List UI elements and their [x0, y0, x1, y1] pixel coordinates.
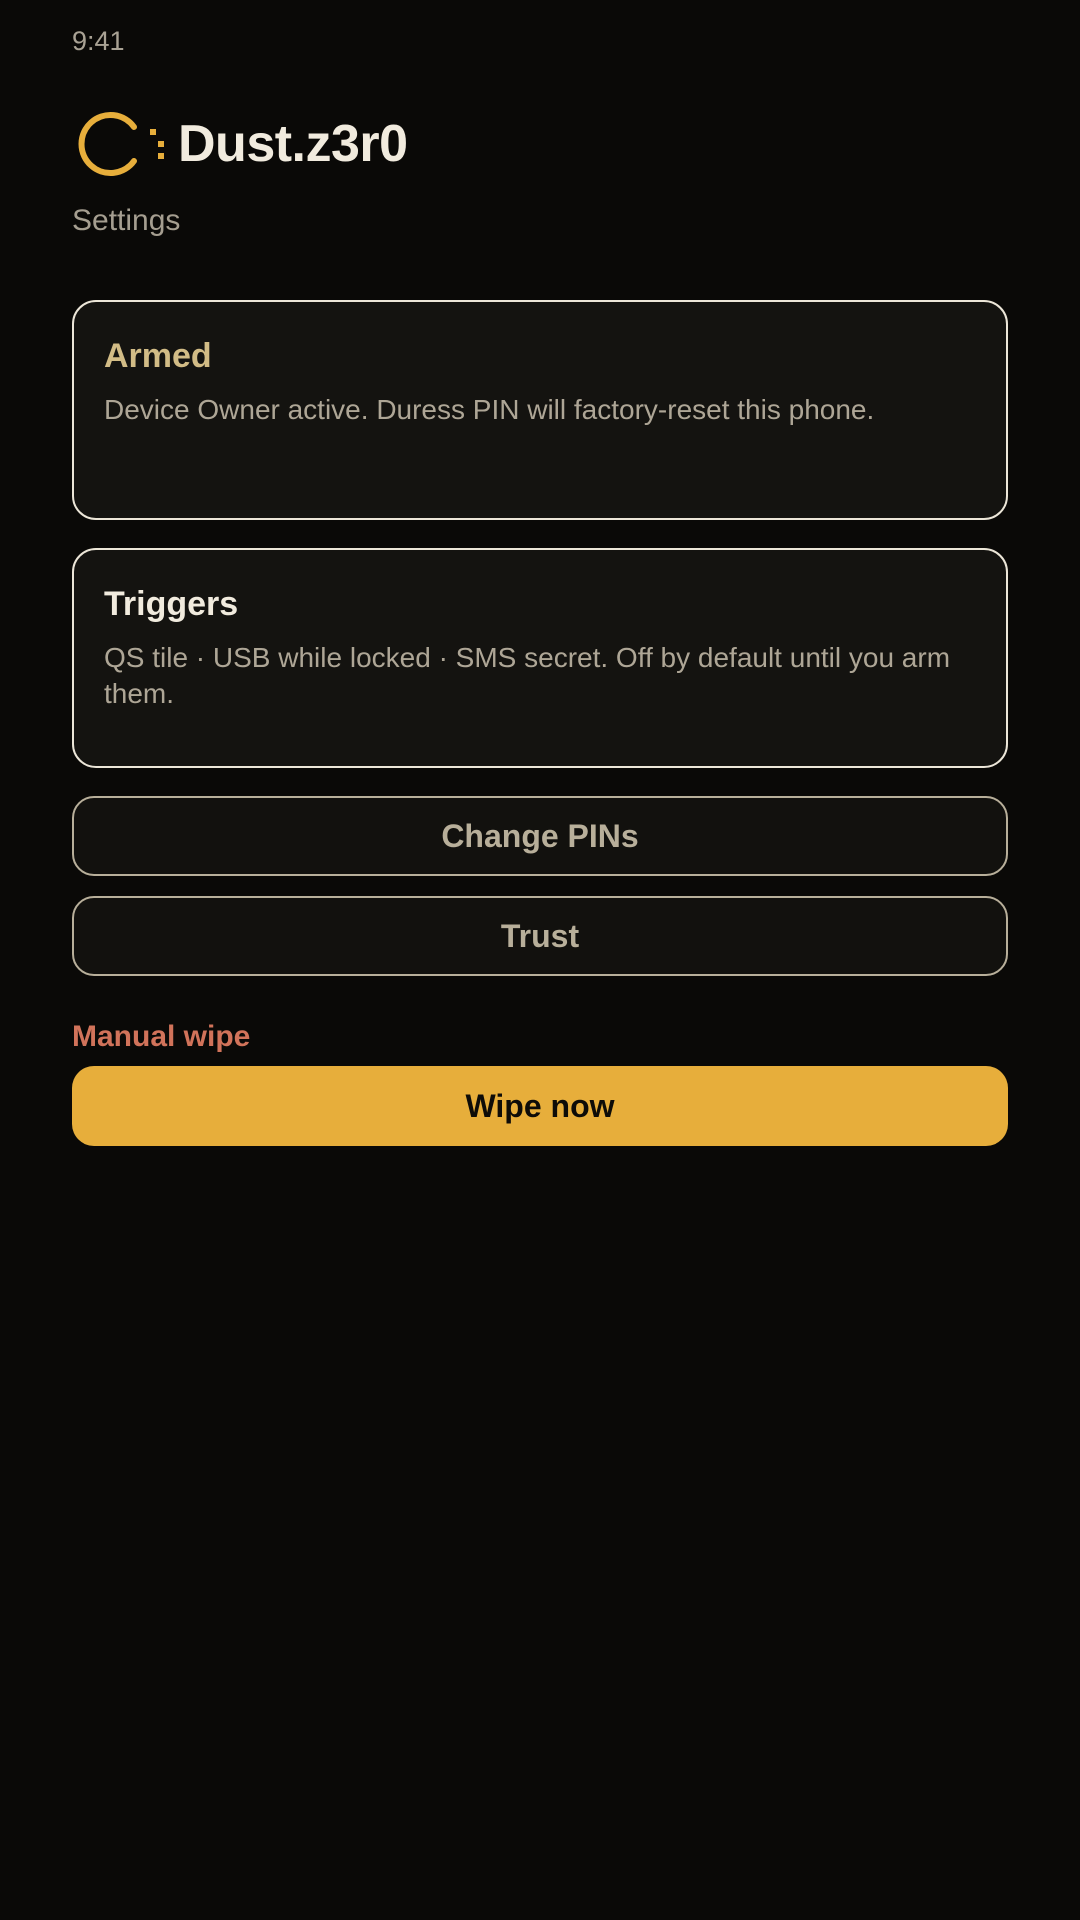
triggers-card-text: QS tile · USB while locked · SMS secret.… — [104, 642, 951, 709]
app-header: Dust.z3r0 — [72, 104, 408, 184]
triggers-card[interactable]: Triggers QS tile · USB while locked · SM… — [72, 548, 1008, 768]
armed-card-text: Device Owner active. Duress PIN will fac… — [104, 394, 875, 425]
armed-status-card[interactable]: Armed Device Owner active. Duress PIN wi… — [72, 300, 1008, 520]
status-bar-time: 9:41 — [72, 26, 125, 56]
armed-card-title: Armed — [104, 337, 212, 375]
change-pins-button[interactable]: Change PINs — [72, 796, 1008, 876]
page-subtitle: Settings — [72, 204, 181, 237]
manual-wipe-label: Manual wipe — [72, 1020, 251, 1053]
trust-button[interactable]: Trust — [72, 896, 1008, 976]
dust-logo-icon — [78, 112, 164, 176]
wipe-now-button[interactable]: Wipe now — [72, 1066, 1008, 1146]
app-title: Dust.z3r0 — [178, 115, 408, 173]
triggers-card-title: Triggers — [104, 585, 239, 623]
